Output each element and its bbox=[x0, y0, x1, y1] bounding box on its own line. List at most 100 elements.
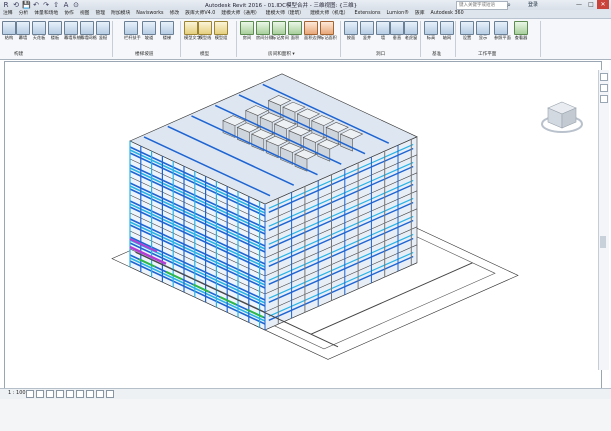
ribbon-button[interactable]: 竖梃 bbox=[96, 21, 110, 40]
ribbon-button[interactable]: 轴网 bbox=[440, 21, 454, 40]
quick-access-item[interactable]: R bbox=[2, 1, 10, 9]
ribbon-button[interactable]: 幕墙系统 bbox=[64, 21, 81, 40]
detail-level-icon[interactable] bbox=[26, 390, 34, 398]
temporary-hide-icon[interactable] bbox=[96, 390, 104, 398]
viewcube-icon[interactable] bbox=[540, 96, 584, 138]
ribbon-button-label: 轴网 bbox=[442, 35, 452, 40]
ribbon-button[interactable]: 面积边界 bbox=[304, 21, 321, 40]
vertical-scrollbar-thumb[interactable] bbox=[600, 236, 606, 248]
ribbon-panel-title[interactable]: 基准 bbox=[432, 51, 441, 57]
ribbon-button-label: 天花板 bbox=[32, 35, 46, 40]
ribbon-tab[interactable]: 体量和场地 bbox=[31, 10, 61, 18]
panel-divider bbox=[112, 21, 113, 57]
crop-view-icon[interactable] bbox=[76, 390, 84, 398]
sign-in-link[interactable]: 登录 bbox=[528, 1, 538, 8]
tool-icon bbox=[272, 21, 286, 35]
ribbon-panel-title[interactable]: 工作平面 bbox=[478, 51, 496, 57]
ribbon-button[interactable]: 面积 bbox=[288, 21, 302, 40]
ribbon-button[interactable]: 垂直 bbox=[390, 21, 404, 40]
ribbon-button[interactable]: 查看器 bbox=[514, 21, 528, 40]
pan-icon[interactable] bbox=[600, 84, 608, 92]
tool-icon bbox=[476, 21, 490, 35]
ribbon-button[interactable]: 竖井 bbox=[360, 21, 374, 40]
search-icon[interactable]: ⌕ bbox=[507, 1, 515, 9]
ribbon-button-label: 参照平面 bbox=[494, 35, 511, 40]
ribbon-button[interactable]: 墙 bbox=[376, 21, 390, 40]
quick-access-item[interactable]: ⊙ bbox=[72, 1, 80, 9]
minimize-button[interactable]: — bbox=[573, 0, 585, 9]
ribbon-tab[interactable]: 族库 bbox=[412, 10, 428, 18]
ribbon-button[interactable]: 标记房间 bbox=[272, 21, 289, 40]
quick-access-item[interactable]: 💾 bbox=[22, 1, 31, 9]
tool-icon bbox=[360, 21, 374, 35]
steering-wheel-icon[interactable] bbox=[600, 73, 608, 81]
ribbon-button[interactable]: 参照平面 bbox=[494, 21, 511, 40]
ribbon-button[interactable]: 显示 bbox=[476, 21, 490, 40]
ribbon-tab[interactable]: 附加模块 bbox=[108, 10, 133, 18]
ribbon-tab[interactable]: 修改 bbox=[167, 10, 183, 18]
ribbon-tab[interactable]: 协作 bbox=[61, 10, 77, 18]
ribbon-button[interactable]: 模型线 bbox=[198, 21, 212, 40]
ribbon-tab[interactable]: 族库大师V4.0 bbox=[182, 10, 218, 18]
ribbon-button[interactable]: 模型组 bbox=[214, 21, 228, 40]
visual-style-icon[interactable] bbox=[36, 390, 44, 398]
ribbon-button-label: 模型组 bbox=[214, 35, 228, 40]
maximize-button[interactable]: □ bbox=[585, 0, 597, 9]
quick-access-item[interactable]: ⟲ bbox=[12, 1, 20, 9]
ribbon-button[interactable]: 天花板 bbox=[32, 21, 46, 40]
ribbon-tab[interactable]: 建模大师（建筑） bbox=[263, 10, 307, 18]
close-button[interactable]: ✕ bbox=[597, 0, 609, 9]
3d-viewport[interactable] bbox=[4, 61, 602, 390]
ribbon-button[interactable]: 标高 bbox=[424, 21, 438, 40]
ribbon-panel-title[interactable]: 楼梯坡道 bbox=[135, 51, 153, 57]
reveal-hidden-icon[interactable] bbox=[106, 390, 114, 398]
ribbon-tab[interactable]: Autodesk 360 bbox=[428, 10, 467, 18]
quick-access-item[interactable]: ↶ bbox=[32, 1, 40, 9]
ribbon-button[interactable]: 房间分隔 bbox=[256, 21, 273, 40]
ribbon-tab[interactable]: 建模大师（机电） bbox=[307, 10, 351, 18]
ribbon-panel-title[interactable]: 构建 bbox=[14, 51, 23, 57]
window-title: Autodesk Revit 2016 - 01.IDC模型合并 - 三维视图:… bbox=[205, 3, 358, 9]
help-search-input[interactable]: 键入关键字或短语 bbox=[456, 1, 508, 10]
show-crop-icon[interactable] bbox=[86, 390, 94, 398]
ribbon-button[interactable]: 老虎窗 bbox=[404, 21, 418, 40]
zoom-icon[interactable] bbox=[600, 95, 608, 103]
ribbon-button[interactable]: 按面 bbox=[344, 21, 358, 40]
ribbon-panel-title[interactable]: 模型 bbox=[200, 51, 209, 57]
tool-icon bbox=[142, 21, 156, 35]
ribbon-tab[interactable]: 管理 bbox=[92, 10, 108, 18]
ribbon-button[interactable]: 楼板 bbox=[48, 21, 62, 40]
ribbon-button-label: 设置 bbox=[462, 35, 472, 40]
ribbon-button-label: 房间分隔 bbox=[256, 35, 273, 40]
ribbon-tab[interactable]: 建模大师（通用） bbox=[218, 10, 262, 18]
quick-access-item[interactable]: ⇧ bbox=[52, 1, 60, 9]
ribbon-button[interactable]: 设置 bbox=[460, 21, 474, 40]
ribbon-button-label: 墙 bbox=[380, 35, 386, 40]
ribbon-tab[interactable]: 注释 bbox=[0, 10, 16, 18]
ribbon-button[interactable]: 栏杆扶手 bbox=[124, 21, 141, 40]
ribbon-button[interactable]: 房间 bbox=[240, 21, 254, 40]
tool-icon bbox=[2, 21, 16, 35]
quick-access-item[interactable]: A bbox=[62, 1, 70, 9]
quick-access-item[interactable]: ↷ bbox=[42, 1, 50, 9]
tool-icon bbox=[16, 21, 30, 35]
ribbon-button[interactable]: 结构 bbox=[2, 21, 16, 40]
ribbon-tab[interactable]: Navisworks bbox=[133, 10, 166, 18]
ribbon-button[interactable]: 坡道 bbox=[142, 21, 156, 40]
ribbon-panel-title[interactable]: 洞口 bbox=[376, 51, 385, 57]
ribbon-button[interactable]: 标记面积 bbox=[320, 21, 337, 40]
shadows-icon[interactable] bbox=[56, 390, 64, 398]
ribbon-button[interactable]: 楼梯 bbox=[160, 21, 174, 40]
ribbon-tab[interactable]: 分析 bbox=[16, 10, 32, 18]
ribbon-tab[interactable]: Lumion® bbox=[384, 10, 412, 18]
sun-path-icon[interactable] bbox=[46, 390, 54, 398]
render-icon[interactable] bbox=[66, 390, 74, 398]
ribbon-tab[interactable]: 视图 bbox=[77, 10, 93, 18]
ribbon-button-label: 标记面积 bbox=[320, 35, 337, 40]
ribbon-button[interactable]: 幕墙网格 bbox=[80, 21, 97, 40]
ribbon-button[interactable]: 幕墙 bbox=[16, 21, 30, 40]
ribbon-panel-title[interactable]: 房间和面积 ▾ bbox=[268, 51, 295, 57]
ribbon-button[interactable]: 模型文字 bbox=[184, 21, 201, 40]
ribbon-tab[interactable]: Extensions bbox=[351, 10, 383, 18]
view-scale[interactable]: 1 : 100 bbox=[8, 390, 26, 396]
